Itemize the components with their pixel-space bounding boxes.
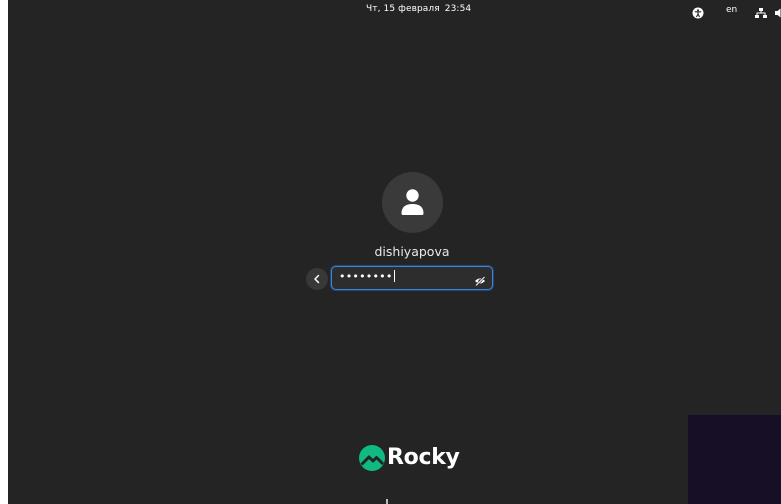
volume-icon[interactable] xyxy=(774,4,781,18)
logo-text: Rocky xyxy=(387,445,460,470)
clock-date: Чт, 15 февраля xyxy=(366,4,440,14)
password-input[interactable]: •••••••• xyxy=(331,266,493,290)
back-button[interactable] xyxy=(306,268,328,290)
corner-preview xyxy=(688,415,781,504)
top-bar: Чт, 15 февраля 23:54 en xyxy=(8,0,781,22)
username-label: dishiyapova xyxy=(374,244,450,259)
rocky-logo-icon xyxy=(358,444,386,472)
login-screen: Чт, 15 февраля 23:54 en dishiyapova ••••… xyxy=(8,0,781,504)
clock[interactable]: Чт, 15 февраля 23:54 xyxy=(366,4,471,14)
accessibility-icon[interactable] xyxy=(692,4,704,19)
user-avatar xyxy=(382,172,443,233)
text-caret xyxy=(393,270,395,282)
bottom-indicator xyxy=(386,499,388,504)
user-avatar-icon xyxy=(401,189,424,215)
keyboard-layout-indicator[interactable]: en xyxy=(726,5,737,15)
network-icon[interactable] xyxy=(754,4,768,18)
eye-crossed-icon[interactable] xyxy=(474,272,486,287)
password-value: •••••••• xyxy=(339,270,395,283)
clock-time: 23:54 xyxy=(444,4,472,14)
chevron-left-icon xyxy=(314,274,320,284)
